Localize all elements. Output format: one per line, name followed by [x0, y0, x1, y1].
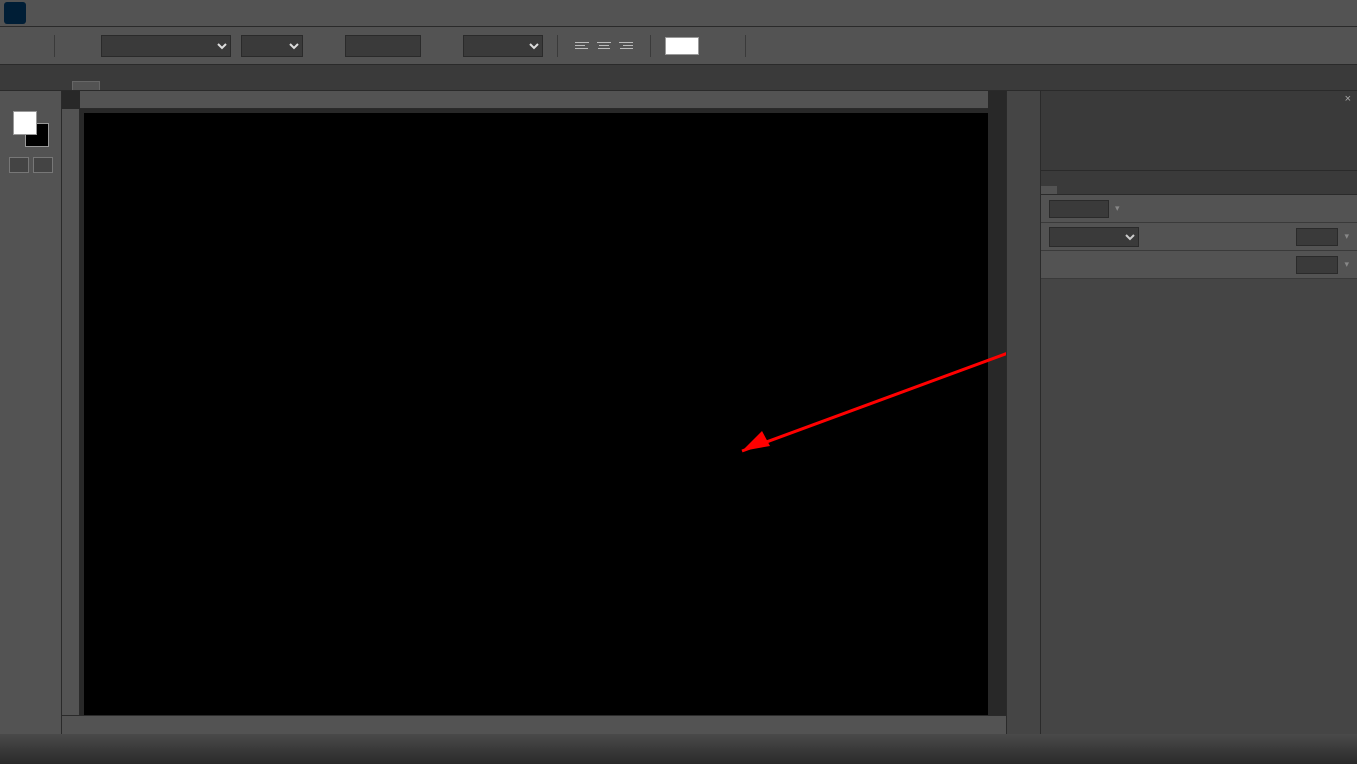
- collapsed-panel-strip: [1006, 91, 1040, 745]
- align-right-button[interactable]: [616, 36, 636, 56]
- antialias-select[interactable]: [463, 35, 543, 57]
- document-tab-bar: [0, 65, 1357, 91]
- panel-tabs: [1041, 171, 1357, 195]
- tab-layers[interactable]: [1041, 186, 1057, 194]
- foreground-color[interactable]: [13, 111, 37, 135]
- layer-list: [1041, 279, 1357, 745]
- strip-icon-3[interactable]: [1013, 163, 1035, 185]
- tab-paths[interactable]: [1073, 186, 1089, 194]
- ruler-vertical: [62, 109, 80, 745]
- chevron-down-icon[interactable]: ▾: [1344, 259, 1349, 270]
- quickmask-toggle[interactable]: [9, 157, 29, 173]
- color-swatches: [13, 111, 49, 147]
- document-tab[interactable]: [72, 81, 100, 90]
- blend-mode-select[interactable]: [1049, 227, 1139, 247]
- chevron-down-icon[interactable]: ▾: [1115, 203, 1120, 214]
- quickmask-screenmodes: [9, 157, 53, 173]
- canvas-area: [62, 91, 1006, 745]
- canvas[interactable]: [84, 113, 988, 727]
- warp-text-button[interactable]: [709, 35, 731, 57]
- chevron-down-icon[interactable]: ▾: [1344, 231, 1349, 242]
- text-align-group: [572, 36, 636, 56]
- mini-panel: ×: [1041, 91, 1357, 171]
- screenmode-button[interactable]: [33, 157, 53, 173]
- font-size-icon: [313, 35, 335, 57]
- os-taskbar: [0, 734, 1357, 764]
- character-panel-button[interactable]: [760, 35, 782, 57]
- font-size-input[interactable]: [345, 35, 421, 57]
- status-bar: [62, 715, 1006, 734]
- app-logo: [4, 2, 26, 24]
- text-color-swatch[interactable]: [665, 37, 699, 55]
- divider: [650, 35, 651, 57]
- right-panels: × ▾: [1040, 91, 1357, 745]
- divider: [54, 35, 55, 57]
- toolbox: [0, 91, 62, 745]
- tab-channels[interactable]: [1057, 186, 1073, 194]
- menubar: [0, 0, 1357, 27]
- layer-filter-type[interactable]: [1049, 200, 1109, 218]
- divider: [557, 35, 558, 57]
- font-family-select[interactable]: [101, 35, 231, 57]
- opacity-input[interactable]: [1296, 228, 1338, 246]
- layer-filter-bar: ▾: [1041, 195, 1357, 223]
- mini-panel-close[interactable]: ×: [1345, 93, 1351, 105]
- strip-icon-2[interactable]: [1013, 131, 1035, 153]
- fill-input[interactable]: [1296, 256, 1338, 274]
- tab-brush-presets[interactable]: [1105, 186, 1121, 194]
- antialias-icon: [431, 35, 453, 57]
- align-center-button[interactable]: [594, 36, 614, 56]
- main-area: × ▾: [0, 91, 1357, 745]
- options-bar: [0, 27, 1357, 65]
- tab-brushes[interactable]: [1089, 186, 1105, 194]
- font-weight-select[interactable]: [241, 35, 303, 57]
- align-left-button[interactable]: [572, 36, 592, 56]
- divider: [745, 35, 746, 57]
- text-orientation-toggle[interactable]: [69, 35, 91, 57]
- lock-fill-row: ▾: [1041, 251, 1357, 279]
- ruler-horizontal: [80, 91, 988, 109]
- type-tool-icon: [18, 35, 40, 57]
- strip-icon-1[interactable]: [1013, 99, 1035, 121]
- blend-opacity-row: ▾: [1041, 223, 1357, 251]
